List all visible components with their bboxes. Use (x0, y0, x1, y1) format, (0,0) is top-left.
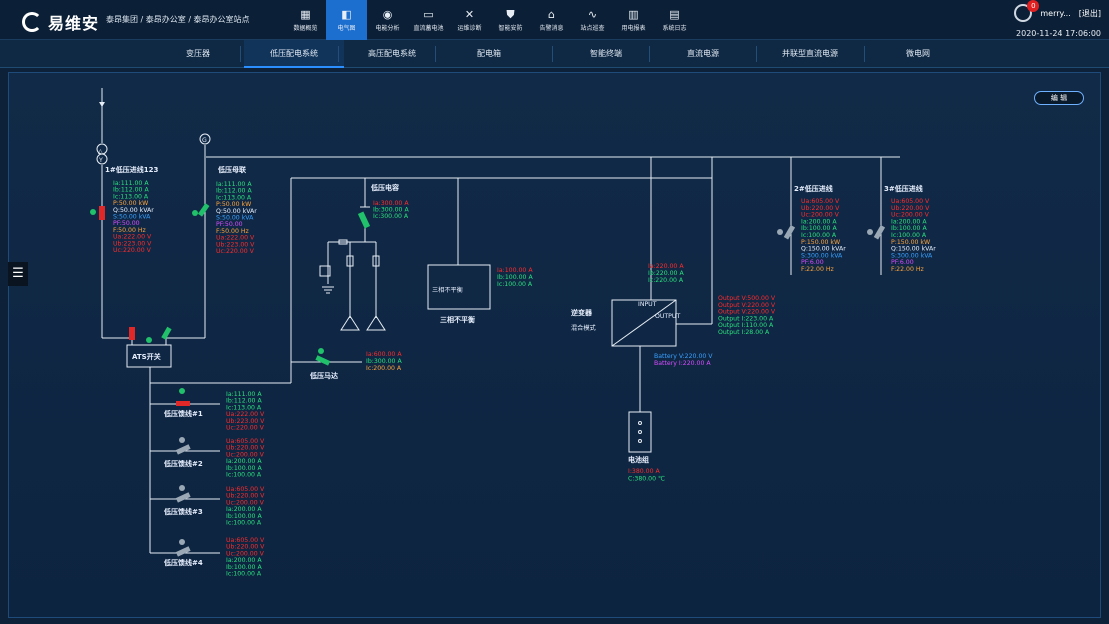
battery-reading: I:380.00 A (628, 468, 661, 475)
unbalance-title: 三相不平衡 (440, 315, 475, 324)
motor-reading: Ib:300.00 A (366, 358, 402, 365)
f1-reading: Uc:220.00 V (226, 425, 265, 432)
battery-title: 电池组 (628, 455, 649, 464)
motor-title: 低压马达 (309, 371, 338, 380)
in1-reading: Uc:220.00 V (113, 247, 152, 254)
unb-reading: Ic:100.00 A (497, 281, 533, 288)
inverter-output-label: OUTPUT (655, 313, 680, 320)
inverter-battery-reading: Battery V:220.00 V (654, 353, 713, 360)
motor-reading: Ic:200.00 A (366, 365, 402, 372)
inverter-input-reading: Ia:220.00 A (648, 263, 684, 270)
capacitor-title: 低压电容 (370, 183, 399, 192)
inverter-input-reading: Ib:220.00 A (648, 270, 684, 277)
incoming1-breaker (99, 206, 105, 220)
f3-reading: Ic:100.00 A (226, 520, 262, 527)
battery-reading: C:380.00 ℃ (628, 476, 665, 483)
ats-title: ATS开关 (132, 352, 161, 361)
feeder4-title: 低压馈线#4 (163, 558, 203, 567)
tie-title: 低压母联 (217, 165, 247, 174)
f2-reading: Ic:100.00 A (226, 472, 262, 479)
incoming3-title: 3#低压进线 (884, 184, 923, 193)
tie-reading: Uc:220.00 V (216, 248, 255, 255)
f4-reading: Ic:100.00 A (226, 571, 262, 578)
single-line-diagram: △ Y G 1#低压进线123Ia:111.00 AIb:112.00 AIc:… (90, 88, 936, 578)
in2-reading: F:22.00 Hz (801, 266, 834, 273)
in3-reading: F:22.00 Hz (891, 266, 924, 273)
svg-text:G: G (202, 137, 207, 144)
cap-reading: Ic:300.00 A (373, 213, 409, 220)
unb-reading: Ia:100.00 A (497, 267, 533, 274)
inverter-input-reading: Ic:220.00 A (648, 277, 684, 284)
svg-text:Y: Y (98, 157, 103, 164)
feeder3-title: 低压馈线#3 (163, 507, 203, 516)
feeder2-title: 低压馈线#2 (163, 459, 203, 468)
inverter-input-label: INPUT (638, 301, 657, 308)
inverter-output-reading: Output I:28.00 A (718, 329, 770, 336)
inverter-mode: 混合模式 (571, 324, 596, 332)
motor-reading: Ia:600.00 A (366, 351, 402, 358)
svg-text:△: △ (98, 148, 103, 155)
unbalance-box-label: 三相不平衡 (432, 286, 463, 294)
feeder1-title: 低压馈线#1 (163, 409, 203, 418)
incoming1-title: 1#低压进线123 (105, 165, 158, 174)
inverter-battery-reading: Battery I:220.00 A (654, 360, 711, 367)
unb-reading: Ib:100.00 A (497, 274, 533, 281)
incoming2-title: 2#低压进线 (794, 184, 833, 193)
inverter-title: 逆变器 (571, 308, 593, 317)
